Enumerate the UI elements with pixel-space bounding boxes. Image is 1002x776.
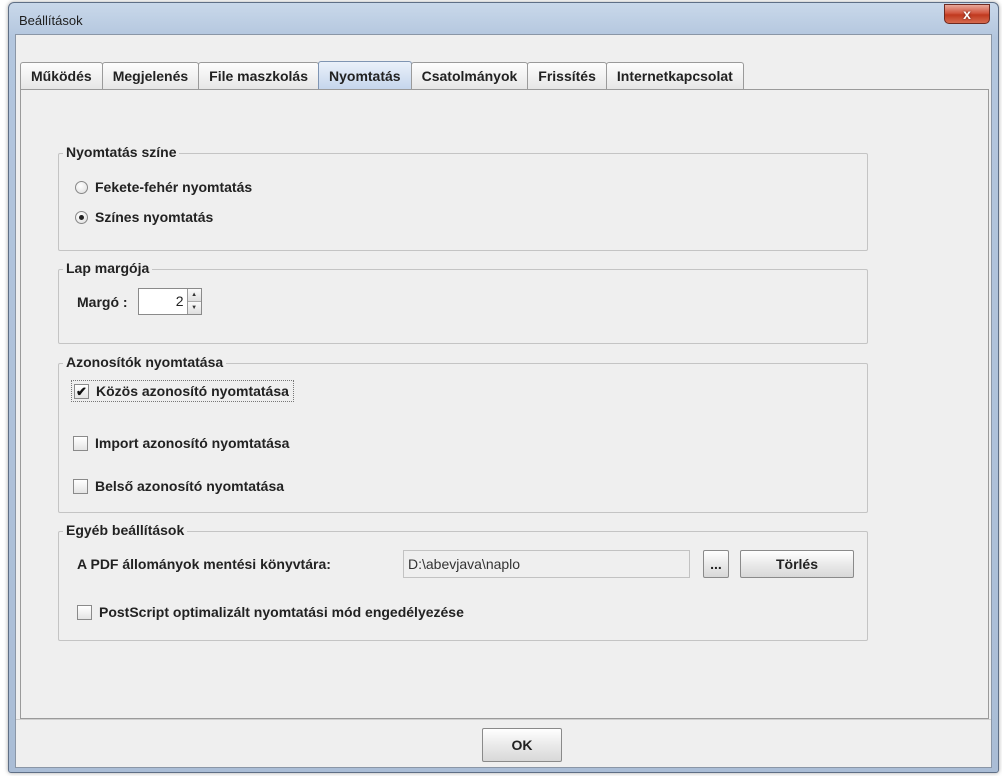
- margin-label: Margó :: [77, 293, 128, 310]
- checkbox-postscript[interactable]: PostScript optimalizált nyomtatási mód e…: [77, 604, 464, 620]
- checkbox-common-id-label: Közös azonosító nyomtatása: [96, 383, 289, 399]
- title-bar[interactable]: Beállítások x: [9, 3, 998, 37]
- radio-color-label: Színes nyomtatás: [95, 209, 214, 225]
- checkbox-internal-id[interactable]: Belső azonosító nyomtatása: [73, 478, 284, 494]
- margin-row: Margó : 2 ▲ ▼: [77, 288, 202, 315]
- tab-megjelenes[interactable]: Megjelenés: [101, 62, 200, 89]
- window-title: Beállítások: [19, 13, 83, 28]
- clear-button[interactable]: Törlés: [740, 550, 854, 578]
- checkbox-postscript-box[interactable]: [77, 604, 92, 620]
- page-margin-group: Lap margója Margó : 2 ▲ ▼: [58, 260, 868, 344]
- margin-spinner-buttons: ▲ ▼: [186, 289, 201, 314]
- checkbox-import-id[interactable]: Import azonosító nyomtatása: [73, 435, 289, 451]
- margin-value[interactable]: 2: [139, 289, 187, 314]
- radio-color[interactable]: Színes nyomtatás: [75, 209, 213, 225]
- print-color-group: Nyomtatás színe Fekete-fehér nyomtatás S…: [58, 144, 868, 251]
- radio-black-white-button[interactable]: [75, 180, 88, 194]
- radio-color-button[interactable]: [75, 210, 88, 224]
- pdf-dir-field[interactable]: D:\abevjava\naplo: [403, 550, 690, 578]
- radio-black-white-label: Fekete-fehér nyomtatás: [95, 179, 253, 195]
- page-margin-title: Lap margója: [63, 260, 153, 276]
- dialog-content: Működés Megjelenés File maszkolás Nyomta…: [15, 34, 992, 768]
- tab-csatolmanyok[interactable]: Csatolmányok: [410, 62, 529, 89]
- checkbox-common-id[interactable]: ✔ Közös azonosító nyomtatása: [71, 380, 294, 402]
- ok-button[interactable]: OK: [482, 728, 562, 762]
- close-button[interactable]: x: [944, 4, 990, 24]
- checkbox-import-id-label: Import azonosító nyomtatása: [95, 435, 290, 451]
- tab-mukodes[interactable]: Működés: [20, 62, 103, 89]
- spinner-down-icon[interactable]: ▼: [187, 301, 201, 314]
- checkbox-common-id-box[interactable]: ✔: [74, 383, 89, 399]
- tab-nyomtatas[interactable]: Nyomtatás: [318, 61, 412, 89]
- pdf-dir-label: A PDF állományok mentési könyvtára:: [77, 556, 331, 572]
- button-bar: OK: [16, 719, 991, 767]
- checkbox-internal-id-box[interactable]: [73, 478, 88, 494]
- pdf-dir-label-text: A PDF állományok mentési könyvtára:: [77, 556, 331, 572]
- print-settings-panel: Nyomtatás színe Fekete-fehér nyomtatás S…: [20, 89, 989, 719]
- other-settings-group: Egyéb beállítások A PDF állományok menté…: [58, 522, 868, 641]
- identifiers-title: Azonosítók nyomtatása: [63, 354, 227, 370]
- other-settings-title: Egyéb beállítások: [63, 522, 188, 538]
- print-color-title: Nyomtatás színe: [63, 144, 180, 160]
- close-icon: x: [963, 6, 971, 22]
- browse-button[interactable]: ...: [703, 550, 729, 578]
- checkbox-internal-id-label: Belső azonosító nyomtatása: [95, 478, 285, 494]
- checkbox-import-id-box[interactable]: [73, 435, 88, 451]
- tab-internetkapcsolat[interactable]: Internetkapcsolat: [605, 62, 744, 89]
- tab-file-maszkolas[interactable]: File maszkolás: [198, 62, 319, 89]
- tab-bar: Működés Megjelenés File maszkolás Nyomta…: [20, 61, 744, 89]
- check-icon: ✔: [76, 383, 87, 399]
- radio-black-white[interactable]: Fekete-fehér nyomtatás: [75, 179, 252, 195]
- identifiers-group: Azonosítók nyomtatása ✔ Közös azonosító …: [58, 354, 868, 513]
- margin-spinner[interactable]: 2 ▲ ▼: [137, 288, 202, 315]
- tab-frissites[interactable]: Frissítés: [527, 62, 607, 89]
- settings-window: Beállítások x Működés Megjelenés File ma…: [8, 2, 999, 773]
- spinner-up-icon[interactable]: ▲: [187, 289, 201, 301]
- checkbox-postscript-label: PostScript optimalizált nyomtatási mód e…: [99, 604, 464, 620]
